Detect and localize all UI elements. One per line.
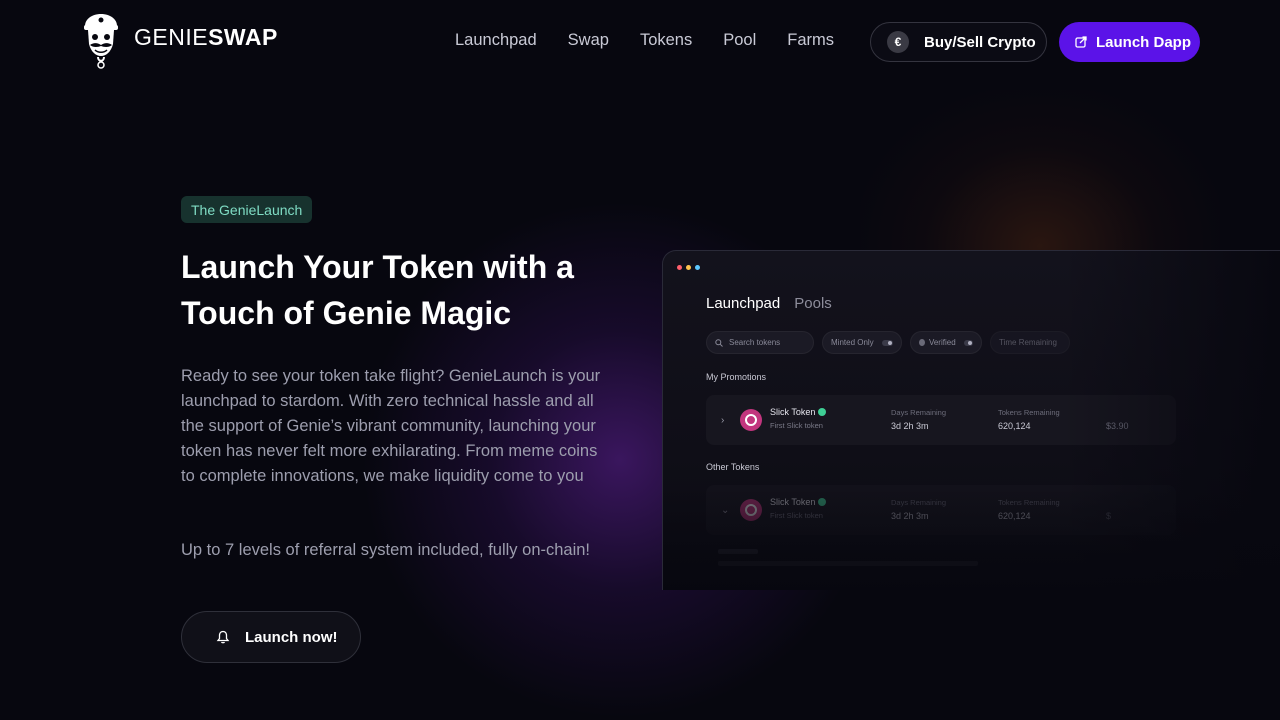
- verified-icon: [919, 339, 925, 346]
- launch-now-label: Launch now!: [245, 628, 338, 646]
- token-coin-icon: [740, 499, 762, 521]
- section-badge: The GenieLaunch: [181, 196, 313, 223]
- buy-sell-label: Buy/Sell Crypto: [924, 33, 1036, 51]
- preview-my-promotions-label: My Promotions: [706, 372, 767, 382]
- site-header: GENIESWAP Launchpad Swap Tokens Pool Far…: [0, 0, 1280, 84]
- launch-dapp-label: Launch Dapp: [1096, 33, 1192, 51]
- nav-pool[interactable]: Pool: [723, 31, 756, 50]
- search-icon: [715, 338, 723, 347]
- main-nav: Launchpad Swap Tokens Pool Farms: [455, 31, 834, 50]
- logo-text-genie: GENIE: [134, 23, 209, 50]
- tokens-remaining-value: 620,124: [998, 511, 1031, 521]
- preview-tab-pools: Pools: [794, 295, 832, 312]
- bell-icon: [216, 630, 230, 644]
- external-link-icon: [1075, 36, 1087, 48]
- days-remaining-value: 3d 2h 3m: [891, 511, 929, 521]
- preview-filter-verified: Verified: [910, 331, 982, 354]
- preview-faded-content: [718, 549, 1018, 573]
- tokens-remaining-header: Tokens Remaining: [998, 408, 1060, 417]
- euro-icon: €: [887, 31, 909, 53]
- hero-description: Ready to see your token take flight? Gen…: [181, 367, 601, 485]
- preview-filter-minted-label: Minted Only: [831, 338, 874, 347]
- nav-tokens[interactable]: Tokens: [640, 31, 692, 50]
- logo-wordmark: GENIESWAP: [134, 24, 278, 51]
- tokens-remaining-header: Tokens Remaining: [998, 498, 1060, 507]
- preview-filter-time-label: Time Remaining: [999, 338, 1057, 347]
- hero-title: Launch Your Token with a Touch of Genie …: [181, 249, 574, 331]
- logo[interactable]: GENIESWAP: [80, 12, 278, 70]
- tokens-remaining-value: 620,124: [998, 421, 1031, 431]
- preview-filter-time: Time Remaining: [990, 331, 1070, 354]
- token-name: Slick Token: [770, 497, 827, 507]
- preview-search-placeholder: Search tokens: [729, 338, 781, 347]
- preview-filter-verified-label: Verified: [928, 338, 956, 347]
- toggle-icon: [963, 339, 973, 346]
- token-price: $: [1106, 511, 1112, 521]
- launch-dapp-button[interactable]: Launch Dapp: [1059, 22, 1200, 62]
- token-coin-icon: [740, 409, 762, 431]
- window-dot-blue: [695, 265, 700, 270]
- preview-token-row: › Slick Token First Slick token Days Rem…: [706, 395, 1176, 445]
- days-remaining-header: Days Remaining: [891, 408, 947, 417]
- preview-tabs: Launchpad Pools: [706, 295, 832, 312]
- app-preview: Launchpad Pools Search tokens Minted Onl…: [662, 250, 1280, 590]
- days-remaining-header: Days Remaining: [891, 498, 947, 507]
- genie-logo-icon: [84, 14, 118, 69]
- verified-check-icon: [818, 408, 827, 416]
- nav-swap[interactable]: Swap: [568, 31, 609, 50]
- token-price: $3.90: [1106, 421, 1129, 431]
- launch-now-button[interactable]: Launch now!: [181, 611, 361, 663]
- window-dot-red: [677, 265, 682, 270]
- toggle-icon: [881, 339, 893, 346]
- chevron-right-icon: ›: [721, 415, 725, 426]
- preview-token-row: ⌄ Slick Token First Slick token Days Rem…: [706, 485, 1176, 535]
- preview-search: Search tokens: [706, 331, 814, 354]
- logo-text-swap: SWAP: [208, 23, 278, 50]
- verified-check-icon: [818, 498, 827, 506]
- preview-other-tokens-label: Other Tokens: [706, 462, 760, 472]
- buy-sell-crypto-button[interactable]: € Buy/Sell Crypto: [870, 22, 1047, 62]
- days-remaining-value: 3d 2h 3m: [891, 421, 929, 431]
- nav-launchpad[interactable]: Launchpad: [455, 31, 537, 50]
- preview-tab-launchpad: Launchpad: [706, 295, 781, 312]
- window-dot-yellow: [686, 265, 691, 270]
- token-name: Slick Token: [770, 407, 827, 417]
- window-dots: [677, 265, 700, 270]
- referral-text: Up to 7 levels of referral system includ…: [181, 541, 591, 559]
- nav-farms[interactable]: Farms: [787, 31, 834, 50]
- chevron-down-icon: ⌄: [721, 505, 730, 516]
- preview-filter-minted: Minted Only: [822, 331, 902, 354]
- preview-filters: Search tokens Minted Only Verified Time …: [706, 331, 1070, 354]
- token-subtitle: First Slick token: [770, 511, 823, 520]
- token-subtitle: First Slick token: [770, 421, 823, 430]
